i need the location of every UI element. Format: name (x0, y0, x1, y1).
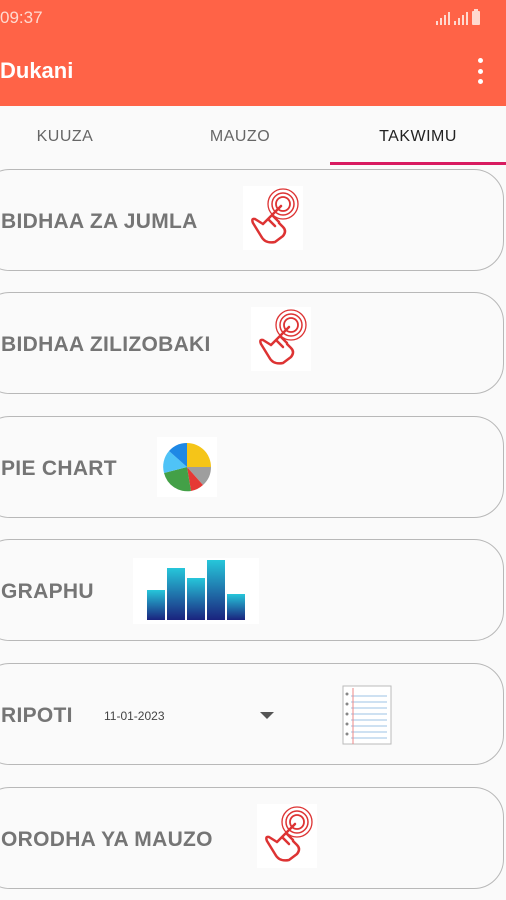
date-select[interactable]: 11-01-2023 (104, 709, 165, 723)
tab-mauzo[interactable]: MAUZO (160, 106, 320, 168)
card-bidhaa-zilizobaki[interactable]: BIDHAA ZILIZOBAKI (0, 292, 504, 394)
tab-bar: KUUZA MAUZO TAKWIMU (0, 106, 506, 168)
tab-kuuza[interactable]: KUUZA (0, 106, 130, 168)
card-pie-chart[interactable]: PIE CHART (0, 416, 504, 518)
battery-icon (472, 9, 480, 25)
card-label: BIDHAA ZILIZOBAKI (1, 333, 211, 356)
tab-takwimu[interactable]: TAKWIMU (330, 106, 506, 168)
status-bar: 09:37 (0, 0, 506, 36)
card-graphu[interactable]: GRAPHU (0, 539, 504, 641)
signal-icon (436, 12, 450, 25)
chevron-down-icon[interactable] (260, 712, 274, 719)
card-label: ORODHA YA MAUZO (1, 828, 213, 851)
tab-indicator (330, 162, 506, 165)
card-bidhaa-za-jumla[interactable]: BIDHAA ZA JUMLA (0, 169, 504, 271)
app-bar: Dukani (0, 36, 506, 106)
card-label: RIPOTI (1, 704, 73, 727)
signal-icon (454, 12, 468, 25)
card-label: GRAPHU (1, 580, 94, 603)
bar-chart-icon (133, 558, 259, 624)
app-title: Dukani (0, 58, 74, 83)
more-vert-icon[interactable] (476, 58, 484, 84)
pie-chart-icon (157, 437, 217, 497)
card-label: PIE CHART (1, 457, 117, 480)
status-icons (436, 9, 480, 25)
status-time: 09:37 (0, 8, 43, 27)
tap-hand-icon (257, 804, 317, 868)
card-ripoti[interactable]: RIPOTI 11-01-2023 (0, 663, 504, 765)
tap-hand-icon (251, 307, 311, 371)
card-orodha-ya-mauzo[interactable]: ORODHA YA MAUZO (0, 787, 504, 889)
tap-hand-icon (243, 186, 303, 250)
card-label: BIDHAA ZA JUMLA (1, 210, 198, 233)
notepad-icon (342, 685, 392, 745)
